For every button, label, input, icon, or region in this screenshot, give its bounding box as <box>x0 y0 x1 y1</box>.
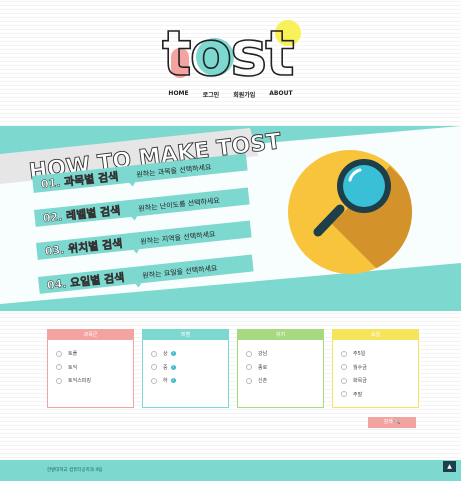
radio-button[interactable] <box>341 391 347 398</box>
radio-button[interactable] <box>246 377 252 384</box>
filter-day: 요일 주5일 월수금 화목금 주말 <box>332 329 419 408</box>
option-mon-wed-fri[interactable]: 월수금 <box>341 361 418 375</box>
help-icon[interactable]: ? <box>170 351 176 357</box>
scroll-top-button[interactable]: ▲ <box>443 461 456 472</box>
search-button[interactable]: 검색 🔍 <box>368 417 416 428</box>
radio-button[interactable] <box>246 364 252 371</box>
option-weekend[interactable]: 주말 <box>341 388 418 402</box>
radio-button[interactable] <box>341 364 347 371</box>
nav-about[interactable]: ABOUT <box>269 90 292 99</box>
main-nav: HOME 로그인 회원가입 ABOUT <box>0 90 461 99</box>
option-jongno[interactable]: 종로 <box>246 361 323 375</box>
radio-button[interactable] <box>56 377 62 384</box>
footer-text: 한밭대학교 컴퓨터공학과 4팀 <box>47 468 103 473</box>
filter-subject: 과목군 토플 토익 토익스피킹 <box>47 329 134 408</box>
radio-button[interactable] <box>151 350 157 357</box>
option-tue-thu-fri[interactable]: 화목금 <box>341 374 418 388</box>
help-icon[interactable]: ? <box>170 378 176 384</box>
option-low[interactable]: 하? <box>151 374 228 388</box>
help-icon[interactable]: ? <box>170 364 176 370</box>
option-weekdays[interactable]: 주5일 <box>341 347 418 361</box>
option-toefl[interactable]: 토플 <box>56 347 133 361</box>
filter-panel: 과목군 토플 토익 토익스피킹 레벨 상? 중? 하? 위치 강남 종로 신촌 … <box>47 329 419 408</box>
nav-signup[interactable]: 회원가입 <box>233 90 255 99</box>
option-mid[interactable]: 중? <box>151 361 228 375</box>
radio-button[interactable] <box>246 350 252 357</box>
radio-button[interactable] <box>151 377 157 384</box>
svg-text:tost: tost <box>162 17 294 82</box>
radio-button[interactable] <box>151 364 157 371</box>
nav-home[interactable]: HOME <box>168 90 188 99</box>
tost-logo[interactable]: tost <box>160 12 305 91</box>
radio-button[interactable] <box>56 364 62 371</box>
filter-location: 위치 강남 종로 신촌 <box>237 329 324 408</box>
radio-button[interactable] <box>56 350 62 357</box>
option-toeic-speaking[interactable]: 토익스피킹 <box>56 374 133 388</box>
hero-banner: HOW TO MAKE TOST 01. 과목별 검색 원하는 과목을 선택하세… <box>0 126 461 311</box>
option-high[interactable]: 상? <box>151 347 228 361</box>
radio-button[interactable] <box>341 350 347 357</box>
filter-location-title: 위치 <box>238 330 323 340</box>
filter-level-title: 레벨 <box>143 330 228 340</box>
nav-login[interactable]: 로그인 <box>203 90 220 99</box>
option-gangnam[interactable]: 강남 <box>246 347 323 361</box>
option-sinchon[interactable]: 신촌 <box>246 374 323 388</box>
radio-button[interactable] <box>341 377 347 384</box>
filter-subject-title: 과목군 <box>48 330 133 340</box>
filter-day-title: 요일 <box>333 330 418 340</box>
footer: 한밭대학교 컴퓨터공학과 4팀 <box>0 460 461 481</box>
filter-level: 레벨 상? 중? 하? <box>142 329 229 408</box>
option-toeic[interactable]: 토익 <box>56 361 133 375</box>
